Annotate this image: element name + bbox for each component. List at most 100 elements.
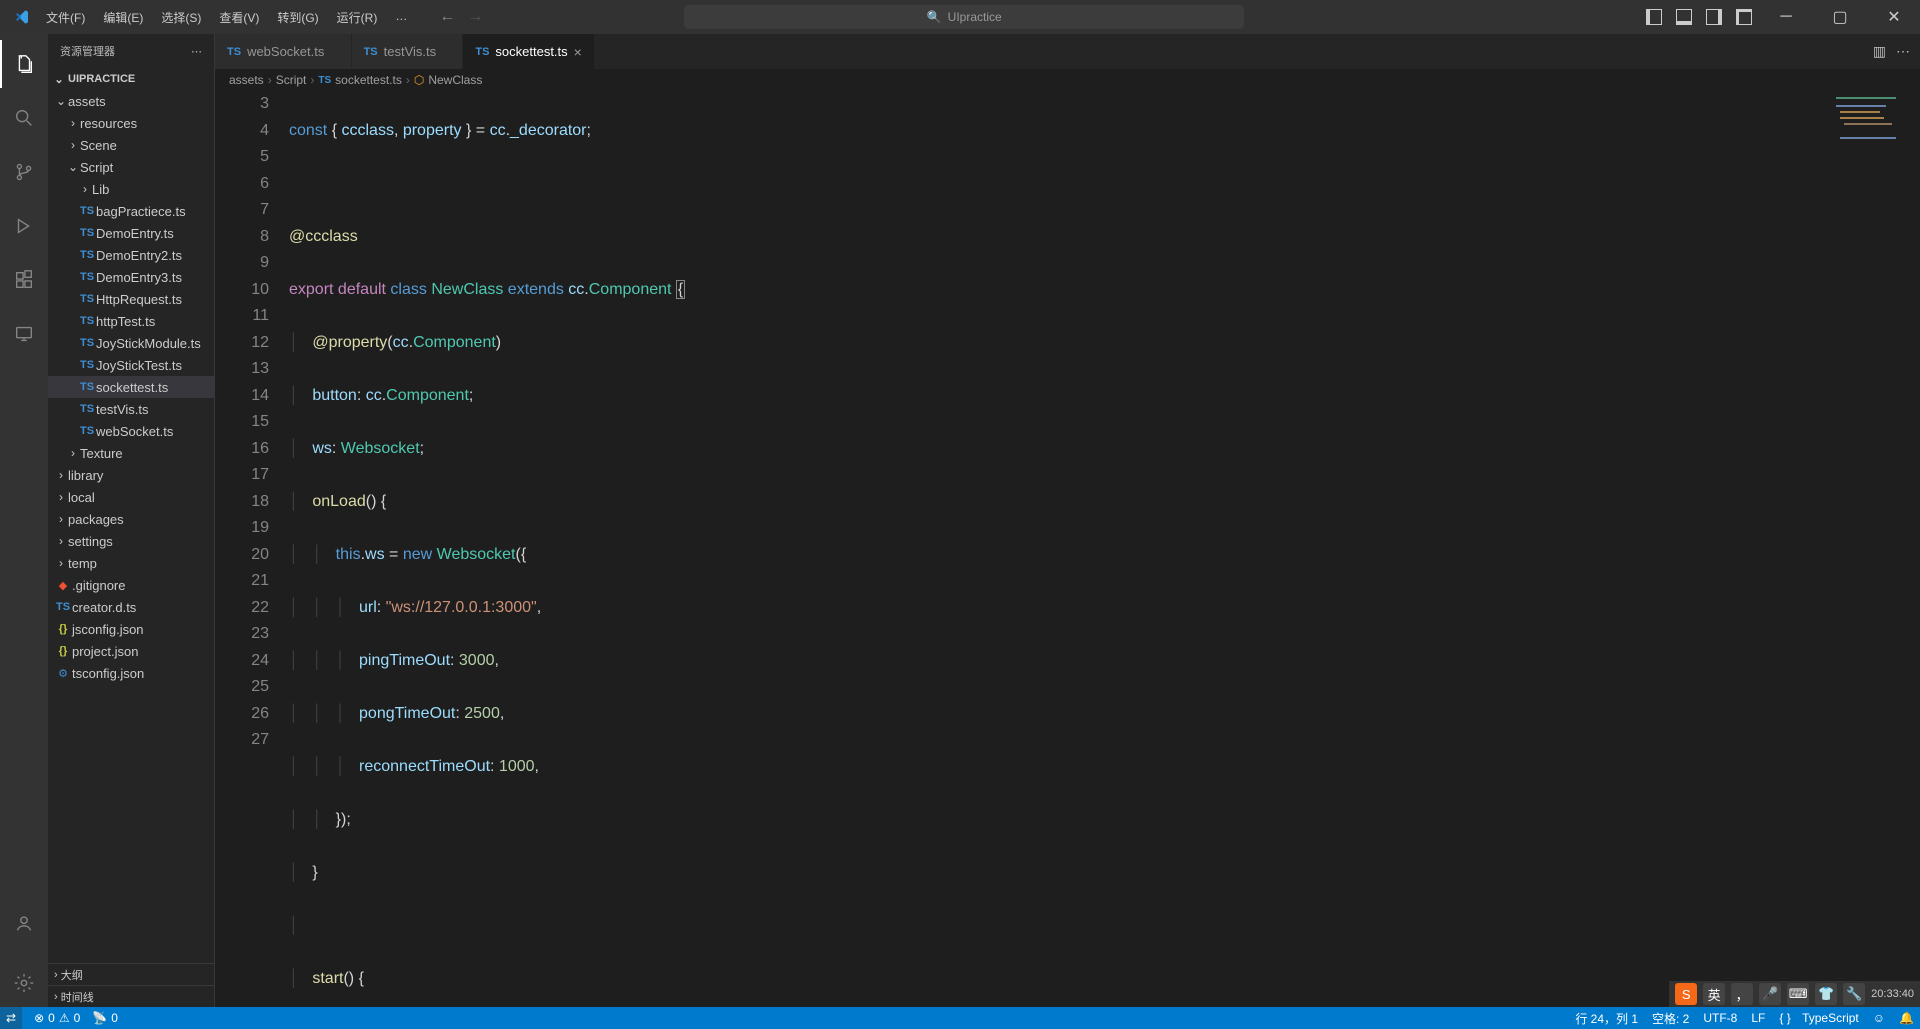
window-minimize[interactable]: ─ [1766,2,1806,32]
bc-assets[interactable]: assets [229,73,264,87]
file-jsconfigjson[interactable]: {}jsconfig.json [48,618,214,640]
menu-view[interactable]: 查看(V) [211,5,267,30]
ts-icon: TS [78,227,96,239]
code-content[interactable]: const { ccclass, property } = cc._decora… [289,91,1920,1007]
activity-explorer[interactable] [0,40,48,88]
nav-fwd-icon[interactable]: → [467,8,483,26]
bc-file[interactable]: sockettest.ts [335,73,402,87]
folder-lib[interactable]: ›Lib [48,178,214,200]
activity-remote[interactable] [0,310,48,358]
chevron-right-icon: › [78,182,92,196]
file-tsconfigjson[interactable]: ⚙tsconfig.json [48,662,214,684]
ime-voice-icon[interactable]: 🎤 [1759,983,1781,1005]
file-demoentry3ts[interactable]: TSDemoEntry3.ts [48,266,214,288]
timeline-section[interactable]: › 时间线 [48,985,214,1007]
status-bar: ⇄ ⊗0 ⚠0 📡0 行 24，列 1 空格: 2 UTF-8 LF { } T… [0,1007,1920,1029]
status-remote[interactable]: ⇄ [0,1007,22,1029]
activity-account[interactable] [0,899,48,947]
folder-script[interactable]: ⌄Script [48,156,214,178]
ime-keyboard-icon[interactable]: ⌨ [1787,983,1809,1005]
ime-skin-icon[interactable]: 👕 [1815,983,1837,1005]
warning-icon: ⚠ [59,1011,70,1025]
folder-packages[interactable]: ›packages [48,508,214,530]
tab-websocketts[interactable]: TSwebSocket.ts× [215,34,352,69]
status-encoding[interactable]: UTF-8 [1703,1011,1737,1025]
folder-settings[interactable]: ›settings [48,530,214,552]
menu-edit[interactable]: 编辑(E) [95,5,151,30]
file-httprequestts[interactable]: TSHttpRequest.ts [48,288,214,310]
ime-logo-icon[interactable]: S [1675,983,1697,1005]
window-maximize[interactable]: ▢ [1820,2,1860,32]
editor-body[interactable]: 345 678 91011 121314 151617 181920 21222… [215,91,1920,1007]
file-creatordts[interactable]: TScreator.d.ts [48,596,214,618]
breadcrumbs[interactable]: assets› Script› TS sockettest.ts› ⬡ NewC… [215,69,1920,91]
folder-resources[interactable]: ›resources [48,112,214,134]
activity-search[interactable] [0,94,48,142]
status-eol[interactable]: LF [1751,1011,1765,1025]
file-joysticktestts[interactable]: TSJoyStickTest.ts [48,354,214,376]
ime-toolbar[interactable]: S 英 ， 🎤 ⌨ 👕 🔧 20:33:40 [1669,981,1920,1007]
chevron-right-icon: › [54,468,68,482]
folder-library[interactable]: ›library [48,464,214,486]
menu-run[interactable]: 运行(R) [329,5,386,30]
ime-toolbox-icon[interactable]: 🔧 [1843,983,1865,1005]
status-language[interactable]: { } TypeScript [1779,1011,1858,1025]
window-close[interactable]: ✕ [1874,2,1914,32]
activity-run-debug[interactable] [0,202,48,250]
menu-goto[interactable]: 转到(G) [269,5,326,30]
tab-sockettestts[interactable]: TSsockettest.ts× [463,34,595,69]
file-httptestts[interactable]: TShttpTest.ts [48,310,214,332]
menu-select[interactable]: 选择(S) [153,5,209,30]
chevron-right-icon: › [54,490,68,504]
folder-temp[interactable]: ›temp [48,552,214,574]
folder-scene[interactable]: ›Scene [48,134,214,156]
editor-tabs: TSwebSocket.ts× TStestVis.ts× TSsockette… [215,34,1920,69]
file-joystickmodulets[interactable]: TSJoyStickModule.ts [48,332,214,354]
activity-source-control[interactable] [0,148,48,196]
file-websocketts[interactable]: TSwebSocket.ts [48,420,214,442]
file-bagpracticets[interactable]: TSbagPractiece.ts [48,200,214,222]
folder-texture[interactable]: ›Texture [48,442,214,464]
bc-symbol[interactable]: NewClass [428,73,482,87]
status-problems[interactable]: ⊗0 ⚠0 [34,1011,80,1025]
tab-testvists[interactable]: TStestVis.ts× [352,34,464,69]
status-notifications[interactable]: 🔔 [1899,1011,1914,1025]
folder-local[interactable]: ›local [48,486,214,508]
nav-back-icon[interactable]: ← [439,8,455,26]
command-center-search[interactable]: 🔍 UIpractice [684,5,1244,29]
file-sockettestts[interactable]: TSsockettest.ts [48,376,214,398]
menu-more[interactable]: … [387,5,415,30]
ts-icon: TS [475,46,489,58]
layout-customize-icon[interactable] [1736,9,1752,25]
bc-script[interactable]: Script [276,73,307,87]
sidebar-title: 资源管理器 [60,43,115,59]
activity-settings[interactable] [0,959,48,1007]
layout-toggle-1-icon[interactable] [1646,9,1662,25]
search-icon [13,107,35,129]
file-gitignore[interactable]: ◆.gitignore [48,574,214,596]
split-editor-icon[interactable]: ▥ [1873,43,1886,60]
activity-extensions[interactable] [0,256,48,304]
ts-icon: TS [78,381,96,393]
menu-file[interactable]: 文件(F) [38,5,93,30]
ime-language[interactable]: 英 [1703,983,1725,1005]
file-demoentry2ts[interactable]: TSDemoEntry2.ts [48,244,214,266]
project-header[interactable]: ⌄ UIPRACTICE [48,68,214,90]
file-projectjson[interactable]: {}project.json [48,640,214,662]
file-demoentryts[interactable]: TSDemoEntry.ts [48,222,214,244]
layout-toggle-3-icon[interactable] [1706,9,1722,25]
file-testvists[interactable]: TStestVis.ts [48,398,214,420]
minimap[interactable] [1830,91,1920,231]
project-name: UIPRACTICE [68,73,135,85]
status-spaces[interactable]: 空格: 2 [1652,1010,1689,1027]
layout-toggle-2-icon[interactable] [1676,9,1692,25]
status-feedback[interactable]: ☺ [1873,1011,1885,1025]
outline-section[interactable]: › 大纲 [48,963,214,985]
status-ports[interactable]: 📡0 [92,1011,118,1025]
status-cursor[interactable]: 行 24，列 1 [1575,1010,1638,1027]
more-actions-icon[interactable]: ⋯ [1896,43,1910,60]
folder-assets[interactable]: ⌄assets [48,90,214,112]
ime-punct-icon[interactable]: ， [1731,983,1753,1005]
close-icon[interactable]: × [574,44,582,60]
sidebar-more-icon[interactable]: ⋯ [191,45,202,58]
